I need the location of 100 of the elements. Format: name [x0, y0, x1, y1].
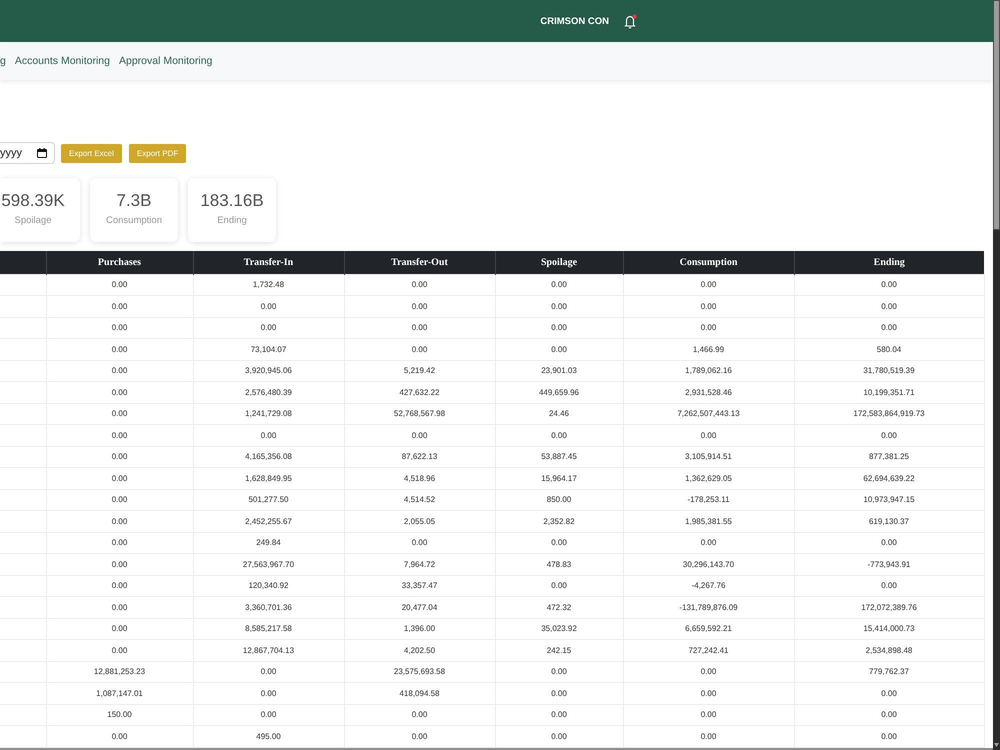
- scroll-down-arrow-icon[interactable]: [994, 743, 999, 747]
- table-cell: 0.00: [46, 424, 193, 446]
- scrollbar[interactable]: [993, 0, 1000, 750]
- table-cell: 0.00: [623, 682, 794, 704]
- table-cell: 15,964.17: [495, 468, 623, 489]
- table-cell: 8,585,217.58: [193, 618, 344, 640]
- table-cell: 0.00: [46, 510, 193, 532]
- table-cell: 3,105,914.51: [623, 446, 794, 468]
- table-cell: 0.00: [344, 274, 495, 296]
- table-cell: 0.00: [495, 575, 623, 596]
- date-field[interactable]: yyyy: [0, 142, 55, 164]
- table-cell: -131,789,876.09: [623, 596, 794, 618]
- table-cell: 0.00: [46, 446, 193, 468]
- table-cell: 877,381.25: [794, 446, 984, 468]
- table-cell: 4,165,356.08: [193, 446, 344, 468]
- table-cell: 0.00: [46, 554, 193, 575]
- table-cell: 35,023.92: [495, 618, 623, 640]
- table-cell: 0.00: [46, 382, 193, 403]
- nav-link[interactable]: g: [0, 55, 6, 67]
- table-cell: 7,262,507,443.13: [623, 403, 794, 424]
- calendar-icon[interactable]: [37, 148, 47, 158]
- table-cell: 0.00: [193, 661, 344, 682]
- table-cell: 0.00: [623, 532, 794, 554]
- table-cell: 580.04: [794, 338, 984, 360]
- table-cell: 0.00: [623, 274, 794, 296]
- card-label: Ending: [217, 214, 247, 228]
- table-cell: 0.00: [495, 661, 623, 682]
- table-cell: 0.00: [794, 726, 984, 747]
- table-cell: 12,881,253.23: [46, 661, 193, 682]
- table-cell: 5,219.42: [344, 360, 495, 382]
- table-cell: 0.00: [46, 532, 193, 554]
- table-cell: 0.00: [623, 704, 794, 726]
- table-cell: 0.00: [495, 704, 623, 726]
- table-cell: 2,931,528.46: [623, 382, 794, 403]
- table-cell: 0.00: [46, 618, 193, 640]
- table-cell: 24.46: [495, 403, 623, 424]
- table-cell: 0.00: [193, 424, 344, 446]
- table-cell: 0.00: [46, 726, 193, 747]
- table-cell: 0.00: [794, 424, 984, 446]
- table-cell: 0.00: [794, 274, 984, 296]
- table-cell: 12,867,704.13: [193, 640, 344, 661]
- table-cell: 172,072,389.76: [794, 596, 984, 618]
- table-cell: 0.00: [46, 338, 193, 360]
- table-cell: 0.00: [794, 532, 984, 554]
- table-cell: 0.00: [794, 317, 984, 338]
- table-cell: 2,352.82: [495, 510, 623, 532]
- table-cell: 0.00: [193, 317, 344, 338]
- table-cell: 0.00: [344, 424, 495, 446]
- table-cell: 727,242.41: [623, 640, 794, 661]
- card-label: Consumption: [106, 214, 162, 228]
- table-cell: 0.00: [344, 532, 495, 554]
- bell-icon[interactable]: [624, 14, 637, 28]
- company-name: CRIMSON CON: [540, 16, 609, 26]
- table-cell: 6,659,592.21: [623, 618, 794, 640]
- nav-link[interactable]: Accounts Monitoring: [14, 55, 110, 67]
- table-cell: 1,241,729.08: [193, 403, 344, 424]
- table-cell: -4,267.76: [623, 575, 794, 596]
- column-header: Transfer-In: [193, 251, 344, 274]
- card-value: 598.39K: [1, 190, 65, 212]
- table-cell: 1,466.99: [623, 338, 794, 360]
- table-cell: 0.00: [344, 296, 495, 317]
- scrollbar-thumb[interactable]: [993, 0, 1000, 230]
- nav-link[interactable]: Approval Monitoring: [118, 55, 212, 67]
- table-cell: 0.00: [344, 704, 495, 726]
- table-cell: 478.83: [495, 554, 623, 575]
- table-cell: 0.00: [46, 274, 193, 296]
- table-cell: 472.32: [495, 596, 623, 618]
- table-cell: 495.00: [193, 726, 344, 747]
- table-cell: 10,199,351.71: [794, 382, 984, 403]
- table-cell: 0.00: [344, 726, 495, 747]
- table-cell: 0.00: [623, 661, 794, 682]
- table-cell: 0.00: [623, 424, 794, 446]
- table-cell: 779,762.37: [794, 661, 984, 682]
- table-cell: 0.00: [495, 338, 623, 360]
- table-cell: 20,477.04: [344, 596, 495, 618]
- table-cell: 87,622.13: [344, 446, 495, 468]
- column-header: Ending: [794, 251, 984, 274]
- table-cell: 0.00: [46, 296, 193, 317]
- table-cell: 0.00: [193, 704, 344, 726]
- table-cell: 242.15: [495, 640, 623, 661]
- table-cell: 15,414,000.73: [794, 618, 984, 640]
- table-cell: 0.00: [193, 682, 344, 704]
- table-cell: 2,534,898.48: [794, 640, 984, 661]
- table-cell: 0.00: [495, 726, 623, 747]
- table-cell: 62,694,639.22: [794, 468, 984, 489]
- table-cell: 501,277.50: [193, 489, 344, 510]
- table-cell: 7,964.72: [344, 554, 495, 575]
- column-header: Consumption: [623, 251, 794, 274]
- card-label: Spoilage: [14, 214, 52, 228]
- table-cell: 0.00: [495, 317, 623, 338]
- table-cell: 4,518.96: [344, 468, 495, 489]
- table-cell: 0.00: [46, 403, 193, 424]
- table-cell: 0.00: [794, 704, 984, 726]
- table-cell: 0.00: [46, 360, 193, 382]
- table-cell: 33,357.47: [344, 575, 495, 596]
- table-cell: 0.00: [46, 489, 193, 510]
- table-cell: 1,362,629.05: [623, 468, 794, 489]
- table-cell: 0.00: [46, 317, 193, 338]
- table-cell: 23,901.03: [495, 360, 623, 382]
- table-cell: 0.00: [193, 296, 344, 317]
